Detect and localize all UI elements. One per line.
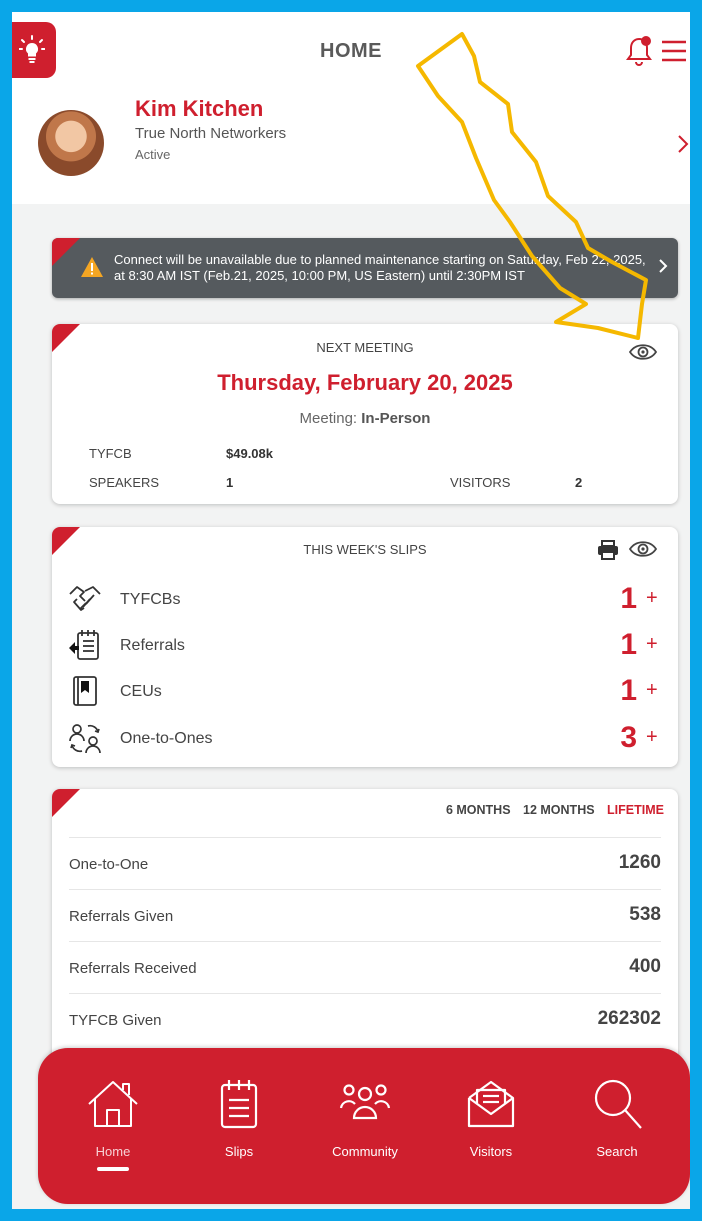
stat-label: TYFCB Given (69, 1012, 162, 1029)
meeting-type: Meeting: In-Person (52, 410, 678, 427)
filter-6-months[interactable]: 6 MONTHS (446, 803, 511, 817)
corner-accent (52, 238, 80, 266)
meeting-type-label: Meeting: (299, 410, 362, 427)
nav-visitors[interactable]: Visitors (436, 1076, 546, 1186)
stat-row: Referrals Received 400 (69, 941, 661, 994)
banner-message: Connect will be unavailable due to plann… (114, 252, 646, 283)
meeting-type-value: In-Person (361, 410, 431, 427)
maintenance-banner[interactable]: Connect will be unavailable due to plann… (52, 238, 678, 298)
stat-value: 1260 (618, 852, 661, 873)
period-filters: 6 MONTHS 12 MONTHS LIFETIME (437, 803, 664, 817)
slips-label: THIS WEEK'S SLIPS (303, 542, 427, 557)
nav-label: Slips (224, 1144, 254, 1159)
eye-icon[interactable] (628, 342, 658, 362)
filter-12-months[interactable]: 12 MONTHS (523, 803, 595, 817)
add-slip-button[interactable]: + (646, 633, 658, 656)
slip-row-referrals[interactable]: Referrals 1 + (52, 622, 678, 668)
stat-label: One-to-One (69, 856, 149, 873)
visitors-value: 2 (575, 475, 583, 490)
stat-row: TYFCB Given 262302 (69, 993, 661, 1046)
slip-count: 1 (620, 628, 637, 661)
people-exchange-icon (69, 724, 101, 754)
speakers-label: SPEAKERS (89, 475, 160, 490)
book-icon (73, 676, 97, 706)
page-title: HOME (320, 40, 382, 62)
speakers-value: 1 (226, 475, 234, 490)
header: HOME Kim Kitchen True North Networkers A… (12, 12, 690, 204)
nav-slips[interactable]: Slips (184, 1076, 294, 1186)
community-icon (339, 1084, 391, 1120)
stat-row: Referrals Given 538 (69, 889, 661, 942)
nav-community[interactable]: Community (310, 1076, 420, 1186)
printer-icon[interactable] (597, 540, 619, 560)
active-indicator (97, 1167, 129, 1171)
slip-label: Referrals (120, 637, 185, 654)
stat-value: 538 (629, 904, 661, 925)
next-meeting-card: NEXT MEETING Thursday, February 20, 2025… (52, 324, 678, 504)
nav-label: Community (332, 1144, 398, 1159)
stat-value: 400 (629, 956, 661, 977)
slip-row-tyfcbs[interactable]: TYFCBs 1 + (52, 576, 678, 622)
slip-label: TYFCBs (120, 591, 181, 608)
handshake-icon (69, 586, 101, 611)
tyfcb-label: TYFCB (89, 446, 132, 461)
avatar (38, 110, 104, 176)
search-icon (594, 1079, 642, 1129)
visitors-label: VISITORS (450, 475, 511, 490)
filter-lifetime[interactable]: LIFETIME (607, 803, 664, 817)
nav-search[interactable]: Search (562, 1076, 672, 1186)
nav-home[interactable]: Home (58, 1076, 168, 1186)
stat-label: Referrals Given (69, 908, 174, 925)
stat-row: One-to-One 1260 (69, 837, 661, 890)
slip-row-one-to-ones[interactable]: One-to-Ones 3 + (52, 715, 678, 761)
stat-value: 262302 (597, 1008, 661, 1029)
next-meeting-label: NEXT MEETING (316, 340, 414, 355)
app-screen: HOME Kim Kitchen True North Networkers A… (12, 12, 690, 1209)
nav-label: Home (95, 1144, 131, 1159)
tyfcb-value: $49.08k (226, 446, 273, 461)
add-slip-button[interactable]: + (646, 679, 658, 702)
slip-label: CEUs (120, 683, 162, 700)
notepad-icon (220, 1080, 258, 1129)
slip-row-ceus[interactable]: CEUs 1 + (52, 668, 678, 714)
stat-label: Referrals Received (69, 960, 197, 977)
profile-status: Active (135, 147, 171, 162)
hamburger-icon[interactable] (660, 38, 686, 64)
nav-label: Search (596, 1144, 638, 1159)
eye-icon[interactable] (628, 539, 658, 559)
profile-organization: True North Networkers (135, 125, 287, 142)
slip-count: 1 (620, 582, 637, 615)
profile-name: Kim Kitchen (135, 96, 264, 121)
weekly-slips-card: THIS WEEK'S SLIPS TYFCBs 1 + Referrals 1… (52, 527, 678, 767)
bell-icon[interactable] (624, 34, 654, 68)
nav-label: Visitors (469, 1144, 513, 1159)
referral-list-icon (69, 630, 99, 660)
add-slip-button[interactable]: + (646, 726, 658, 749)
corner-accent (52, 789, 80, 817)
slip-count: 3 (620, 721, 637, 754)
chevron-right-icon[interactable] (658, 258, 668, 274)
bottom-navigation: Home Slips Community Visitors Search (38, 1048, 690, 1204)
chevron-right-icon[interactable] (676, 134, 690, 154)
stats-card: 6 MONTHS 12 MONTHS LIFETIME One-to-One 1… (52, 789, 678, 1089)
add-slip-button[interactable]: + (646, 587, 658, 610)
warning-icon (81, 257, 103, 277)
meeting-date: Thursday, February 20, 2025 (217, 370, 513, 395)
slip-label: One-to-Ones (120, 730, 213, 747)
slip-count: 1 (620, 674, 637, 707)
home-icon (88, 1081, 138, 1127)
mail-icon (467, 1080, 515, 1128)
